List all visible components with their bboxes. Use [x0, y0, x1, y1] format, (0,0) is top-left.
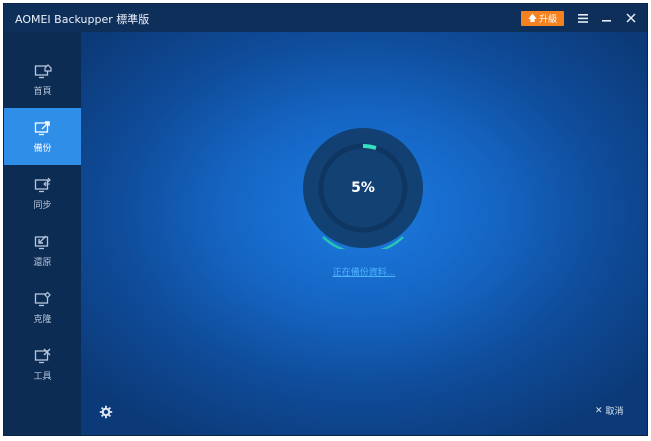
sidebar-item-label: 還原 [33, 257, 52, 268]
sidebar-item-restore[interactable]: 還原 [4, 222, 81, 279]
sidebar-item-label: 工具 [33, 371, 52, 382]
sidebar-item-label: 克隆 [33, 314, 52, 325]
close-icon: ✕ [595, 405, 603, 416]
title-bar: AOMEI Backupper 標準版 🡅 升級 [4, 4, 647, 32]
close-icon[interactable] [622, 9, 640, 27]
gear-icon[interactable] [99, 404, 113, 419]
home-icon [34, 63, 52, 78]
progress-percent: 5% [351, 180, 375, 196]
sync-icon [34, 177, 51, 192]
sidebar-item-home[interactable]: 首頁 [4, 51, 81, 108]
sidebar: 首頁 備份 同步 還原 克隆 工具 [4, 32, 81, 435]
arrow-up-icon: 🡅 [527, 13, 538, 24]
minimize-icon[interactable] [598, 9, 616, 27]
restore-icon [34, 235, 48, 249]
cancel-label: 取消 [605, 407, 624, 417]
tools-icon [34, 348, 50, 363]
sidebar-item-clone[interactable]: 克隆 [4, 279, 81, 336]
sidebar-item-sync[interactable]: 同步 [4, 165, 81, 222]
backup-status-link[interactable]: 正在備份資料... [309, 265, 419, 278]
sidebar-item-label: 同步 [33, 200, 52, 211]
sidebar-item-tools[interactable]: 工具 [4, 336, 81, 393]
clone-icon [34, 291, 51, 306]
window-title: AOMEI Backupper 標準版 [15, 13, 150, 26]
upgrade-label: 升級 [539, 15, 558, 25]
app-window: AOMEI Backupper 標準版 🡅 升級 首頁 備份 同步 還原 克隆 … [3, 3, 648, 436]
sidebar-item-label: 備份 [33, 143, 52, 154]
sidebar-item-backup[interactable]: 備份 [4, 108, 81, 165]
cancel-button[interactable]: ✕ 取消 [595, 404, 624, 418]
upgrade-button[interactable]: 🡅 升級 [521, 11, 564, 26]
backup-icon [34, 120, 50, 135]
sidebar-item-label: 首頁 [33, 86, 52, 97]
main-panel: 5% 正在備份資料... ✕ 取消 [81, 32, 647, 435]
progress-ring: 5% [302, 127, 424, 255]
menu-icon[interactable] [574, 9, 592, 27]
